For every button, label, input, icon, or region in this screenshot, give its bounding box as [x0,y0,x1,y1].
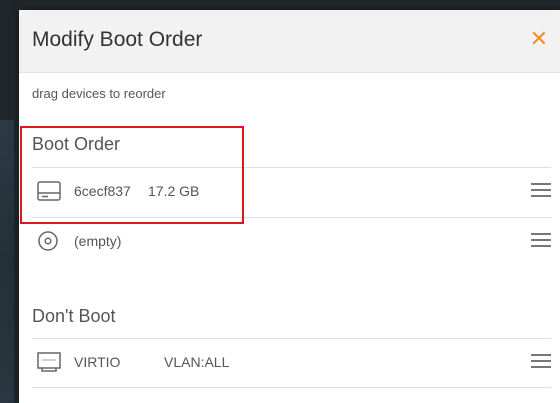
dialog-header: Modify Boot Order ✕ [19,10,560,73]
boot-device-name: (empty) [74,233,122,249]
hard-disk-icon [37,181,61,201]
device-vlan: VLAN:ALL [164,354,230,370]
boot-order-heading: Boot Order [32,134,121,154]
close-button[interactable]: ✕ [528,27,550,51]
boot-device-size: 17.2 GB [148,183,200,199]
modify-boot-order-dialog: Modify Boot Order ✕ drag devices to reor… [19,10,560,403]
boot-device-name: 6cecf837 [74,183,131,199]
dialog-title: Modify Boot Order [32,28,203,51]
device-name: VIRTIO [74,354,121,370]
dont-boot-heading: Don't Boot [32,306,116,326]
non-boot-device-row[interactable]: VIRTIO VLAN:ALL [32,338,551,388]
background-panel [0,120,14,403]
boot-device-row[interactable]: (empty) [32,217,551,266]
optical-disc-icon [38,231,58,251]
network-interface-icon [37,352,61,372]
drag-handle-icon[interactable] [531,233,551,249]
boot-device-row[interactable]: 6cecf837 17.2 GB [32,167,551,216]
drag-hint: drag devices to reorder [32,86,166,101]
drag-handle-icon[interactable] [531,354,551,370]
drag-handle-icon[interactable] [531,183,551,199]
